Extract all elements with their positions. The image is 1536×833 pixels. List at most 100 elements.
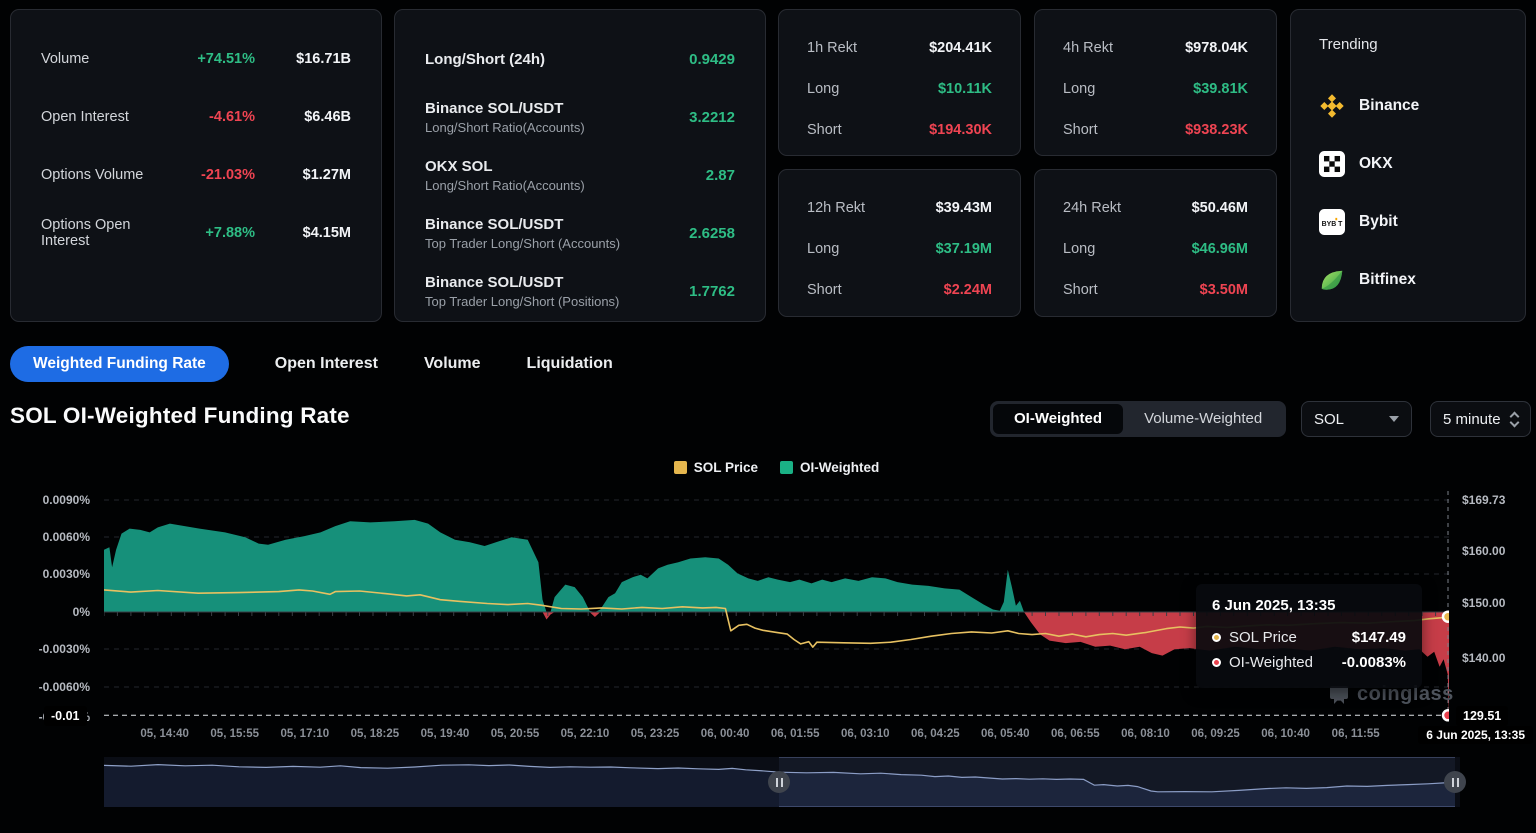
- long-short-ratio-card: Long/Short (24h) 0.9429 Binance SOL/USDT…: [394, 9, 766, 322]
- right-axis-crosshair-badge: 129.51: [1456, 706, 1508, 726]
- tab-weighted-funding-rate[interactable]: Weighted Funding Rate: [10, 346, 229, 382]
- ratio-row: OKX SOLLong/Short Ratio(Accounts) 2.87: [425, 152, 735, 198]
- symbol-select[interactable]: SOL: [1301, 401, 1412, 437]
- tooltip-value: $147.49: [1352, 629, 1406, 646]
- funding-rate-chart-section: SOL Price OI-Weighted 0.0090% 0.0060% 0.…: [0, 455, 1536, 833]
- legend-swatch-oi: [780, 461, 793, 474]
- rekt-total: $978.04K: [1185, 40, 1248, 56]
- exchange-name: Bybit: [1359, 213, 1398, 231]
- tooltip-timestamp: 6 Jun 2025, 13:35: [1212, 597, 1406, 614]
- navigator-right-handle[interactable]: [1444, 771, 1466, 793]
- rekt-title: 1h Rekt: [807, 40, 929, 56]
- price-dot-icon: [1212, 633, 1221, 642]
- x-axis-label: 06, 01:55: [771, 728, 820, 740]
- toggle-volume-weighted[interactable]: Volume-Weighted: [1123, 404, 1283, 434]
- rekt-title: 12h Rekt: [807, 200, 936, 216]
- rekt-long-value: $37.19M: [936, 241, 992, 257]
- symbol-select-value: SOL: [1314, 411, 1379, 428]
- ratio-value: 2.6258: [689, 225, 735, 242]
- rekt-card-12h: 12h Rekt$39.43M Long$37.19M Short$2.24M: [778, 169, 1021, 317]
- market-stats-card: Volume +74.51% $16.71B Open Interest -4.…: [10, 9, 382, 322]
- right-axis-tick: $169.73: [1462, 493, 1505, 507]
- x-axis-label: 06, 11:55: [1332, 728, 1380, 740]
- rekt-title: 4h Rekt: [1063, 40, 1185, 56]
- exchange-name: OKX: [1359, 155, 1393, 173]
- svg-text:BYB T: BYB T: [1322, 221, 1344, 228]
- trending-item-binance[interactable]: Binance: [1319, 88, 1497, 124]
- right-axis-tick: $160.00: [1462, 544, 1505, 558]
- rekt-card-1h: 1h Rekt$204.41K Long$10.11K Short$194.30…: [778, 9, 1021, 156]
- left-axis-tick: 0%: [0, 605, 90, 619]
- rekt-long-value: $10.11K: [938, 81, 992, 97]
- rekt-short-label: Short: [1063, 282, 1200, 298]
- stat-row-options-volume: Options Volume -21.03% $1.27M: [41, 158, 351, 192]
- rekt-short-value: $2.24M: [944, 282, 992, 298]
- rekt-total: $39.43M: [936, 200, 992, 216]
- ratio-title: OKX SOL: [425, 158, 706, 175]
- ratio-subtitle: Top Trader Long/Short (Positions): [425, 294, 689, 309]
- rekt-total: $50.46M: [1192, 200, 1248, 216]
- legend-sol-price[interactable]: SOL Price: [674, 460, 758, 475]
- x-axis-label: 05, 14:40: [140, 728, 189, 740]
- rekt-long-label: Long: [1063, 81, 1193, 97]
- left-axis-tick: 0.0090%: [0, 493, 90, 507]
- rekt-title: 24h Rekt: [1063, 200, 1192, 216]
- trending-item-bybit[interactable]: BYB T Bybit: [1319, 204, 1497, 240]
- tooltip-value: -0.0083%: [1342, 654, 1406, 671]
- stat-label: Volume: [41, 51, 159, 67]
- exchange-name: Bitfinex: [1359, 271, 1416, 289]
- rekt-total: $204.41K: [929, 40, 992, 56]
- trending-item-okx[interactable]: OKX: [1319, 146, 1497, 182]
- stat-value: $1.27M: [255, 167, 351, 183]
- tab-volume[interactable]: Volume: [424, 355, 481, 373]
- x-axis-label: 06, 10:40: [1261, 728, 1310, 740]
- x-axis-label: 05, 22:10: [561, 728, 610, 740]
- binance-icon: [1319, 93, 1345, 119]
- x-axis-labels: 05, 14:40 05, 15:55 05, 17:10 05, 18:25 …: [0, 728, 1536, 744]
- interval-select[interactable]: 5 minute: [1430, 401, 1531, 437]
- stat-label: Options Volume: [41, 167, 159, 183]
- stat-row-options-open-interest: Options Open Interest +7.88% $4.15M: [41, 216, 351, 250]
- ratio-title: Binance SOL/USDT: [425, 274, 689, 291]
- toggle-oi-weighted[interactable]: OI-Weighted: [993, 404, 1123, 434]
- x-axis-label: 06, 03:10: [841, 728, 890, 740]
- ratio-title: Binance SOL/USDT: [425, 216, 689, 233]
- legend-label: SOL Price: [694, 460, 758, 475]
- chart-tooltip: 6 Jun 2025, 13:35 SOL Price $147.49 OI-W…: [1196, 584, 1422, 688]
- rekt-long-label: Long: [807, 81, 938, 97]
- x-axis-label: 05, 20:55: [491, 728, 540, 740]
- tab-liquidation[interactable]: Liquidation: [527, 355, 613, 373]
- navigator-selection[interactable]: [779, 757, 1455, 807]
- stat-pct: -21.03%: [159, 167, 255, 183]
- tab-open-interest[interactable]: Open Interest: [275, 355, 378, 373]
- x-axis-label: 05, 17:10: [280, 728, 329, 740]
- oi-dot-icon: [1212, 658, 1221, 667]
- left-axis-crosshair-badge: -0.01: [44, 706, 87, 726]
- up-down-chevrons-icon: [1511, 413, 1518, 426]
- x-axis-label: 06, 00:40: [701, 728, 750, 740]
- rekt-short-label: Short: [1063, 122, 1185, 138]
- interval-select-value: 5 minute: [1443, 411, 1503, 428]
- rekt-card-24h: 24h Rekt$50.46M Long$46.96M Short$3.50M: [1034, 169, 1277, 317]
- ratio-value: 3.2212: [689, 109, 735, 126]
- left-axis-tick: -0.0060%: [0, 680, 90, 694]
- right-axis-tick: $150.00: [1462, 596, 1505, 610]
- x-axis-label: 06, 04:25: [911, 728, 960, 740]
- x-axis-label: 05, 19:40: [421, 728, 470, 740]
- left-axis-tick: 0.0030%: [0, 567, 90, 581]
- ratio-title: Long/Short (24h): [425, 51, 689, 68]
- chart-navigator[interactable]: [104, 757, 1460, 807]
- ratio-row: Binance SOL/USDT Top Trader Long/Short (P…: [425, 268, 735, 314]
- x-axis-label: 06, 05:40: [981, 728, 1030, 740]
- legend-oi-weighted[interactable]: OI-Weighted: [780, 460, 879, 475]
- left-axis-tick: 0.0060%: [0, 530, 90, 544]
- stat-pct: +74.51%: [159, 51, 255, 67]
- rekt-short-value: $938.23K: [1185, 122, 1248, 138]
- navigator-left-handle[interactable]: [768, 771, 790, 793]
- weighting-mode-toggle: OI-Weighted Volume-Weighted: [990, 401, 1286, 437]
- x-axis-label: 05, 15:55: [210, 728, 259, 740]
- x-axis-crosshair-badge: 6 Jun 2025, 13:35: [1418, 726, 1533, 744]
- stat-value: $16.71B: [255, 51, 351, 67]
- trending-item-bitfinex[interactable]: Bitfinex: [1319, 262, 1497, 298]
- chart-legend: SOL Price OI-Weighted: [104, 460, 1449, 475]
